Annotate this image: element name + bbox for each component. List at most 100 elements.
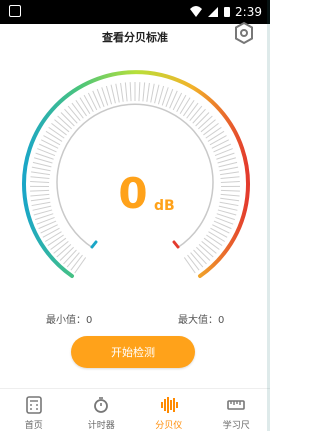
gauge-tick xyxy=(218,210,236,215)
gauge-tick xyxy=(196,113,209,126)
nav-item-home[interactable]: 首页 xyxy=(0,389,68,432)
gauge-tick xyxy=(33,206,52,210)
gauge-tick xyxy=(212,140,229,149)
status-time: 2:39 xyxy=(235,5,262,19)
decibel-value: 0 xyxy=(118,169,147,218)
gauge-tick xyxy=(206,127,222,138)
decibel-unit: dB xyxy=(154,198,175,214)
gauge-tick xyxy=(51,123,66,135)
stopwatch-icon xyxy=(91,395,111,415)
gauge-tick xyxy=(218,158,236,163)
gauge-tick xyxy=(201,120,216,132)
decibel-gauge: 0 dB xyxy=(0,60,270,300)
gauge-tick xyxy=(49,127,65,138)
gauge-tick xyxy=(191,253,203,267)
gauge-tick xyxy=(61,113,74,126)
gauge-tick xyxy=(84,95,93,112)
gauge-tick xyxy=(220,172,239,175)
max-value: 最大值：0 xyxy=(178,311,224,326)
gauge-tick xyxy=(32,167,51,171)
gauge-tick xyxy=(76,100,87,116)
gauge-tick xyxy=(30,182,49,183)
gauge-tick xyxy=(121,83,124,102)
gauge-tick xyxy=(210,136,227,145)
nav-item-ruler[interactable]: 学习尺 xyxy=(203,389,271,432)
gauge-tick xyxy=(32,202,51,205)
nav-label-timer: 计时器 xyxy=(88,418,115,431)
gauge-tick xyxy=(75,257,86,273)
gauge-tick xyxy=(45,232,61,242)
gauge-tick xyxy=(190,106,202,121)
gauge-tick xyxy=(202,241,217,253)
gauge-tick xyxy=(130,82,131,101)
gauge-tick xyxy=(183,100,194,116)
gauge-tick xyxy=(219,206,238,210)
gauge-tick xyxy=(221,182,240,183)
gauge-tick xyxy=(204,238,219,249)
gauge-tick xyxy=(196,247,210,260)
gauge-tick xyxy=(51,238,66,249)
gauge-tick xyxy=(71,255,83,270)
gauge-tick xyxy=(194,250,207,264)
gauge-tick xyxy=(143,82,145,101)
gauge-tick xyxy=(88,93,96,110)
nav-label-decibel: 分贝仪 xyxy=(155,418,182,431)
gauge-tick xyxy=(173,93,181,110)
gauge-tick xyxy=(64,109,77,123)
gauge-tick xyxy=(221,190,240,191)
bottom-nav: 首页 计时器 分贝仪 学习尺 xyxy=(0,388,270,432)
settings-icon[interactable] xyxy=(232,21,256,45)
gauge-tick xyxy=(151,84,154,103)
gauge-tick xyxy=(219,167,238,171)
gauge-tick xyxy=(34,210,52,215)
gauge-tick xyxy=(64,250,77,264)
gauge-tick xyxy=(48,235,64,246)
gauge-tick xyxy=(155,85,159,104)
nav-item-timer[interactable]: 计时器 xyxy=(68,389,136,432)
page-title[interactable]: 查看分贝标准 xyxy=(0,29,270,45)
gauge-tick xyxy=(34,158,52,163)
gauge-tick xyxy=(72,103,83,118)
gauge-tick xyxy=(184,257,195,273)
gauge-tick xyxy=(30,194,49,196)
gauge-tick xyxy=(209,232,225,242)
gauge-tick xyxy=(158,86,163,104)
gauge-tick xyxy=(219,162,237,166)
gauge-tick xyxy=(67,253,79,267)
gauge-tick xyxy=(41,140,58,149)
gauge-tick xyxy=(46,131,62,141)
gauge-tick xyxy=(41,225,58,233)
start-detection-button[interactable]: 开始检测 xyxy=(71,336,195,368)
gauge-tick xyxy=(180,98,190,114)
gauge-tick xyxy=(221,177,240,179)
gauge-tick xyxy=(111,85,115,104)
battery-icon xyxy=(223,6,231,18)
gauge-tick xyxy=(198,116,212,129)
gauge-tick xyxy=(33,162,51,166)
nav-label-home: 首页 xyxy=(25,418,43,431)
gauge-tick xyxy=(221,194,240,196)
gauge-tick xyxy=(60,247,74,260)
gauge-tick xyxy=(43,228,60,237)
gauge-tick xyxy=(177,95,186,112)
gauge-tick xyxy=(220,198,239,201)
nav-item-decibel[interactable]: 分贝仪 xyxy=(135,389,203,432)
gauge-tick xyxy=(139,82,140,101)
gauge-tick xyxy=(193,109,206,123)
wifi-icon xyxy=(189,6,203,18)
right-edge-strip xyxy=(267,0,270,431)
status-right: 2:39 xyxy=(189,4,262,20)
gauge-tick xyxy=(54,120,69,132)
gauge-tick xyxy=(199,244,213,257)
notification-icon xyxy=(9,5,21,17)
calculator-icon xyxy=(24,395,44,415)
gauge-tick xyxy=(187,103,198,118)
nav-label-ruler: 学习尺 xyxy=(223,418,250,431)
gauge-tick xyxy=(57,244,71,257)
gauge-tick xyxy=(31,198,50,201)
gauge-tick xyxy=(31,172,50,175)
gauge-tick xyxy=(106,86,111,104)
gauge-tick xyxy=(43,136,60,145)
gauge-tick xyxy=(208,131,224,141)
gauge-tick xyxy=(68,106,80,121)
